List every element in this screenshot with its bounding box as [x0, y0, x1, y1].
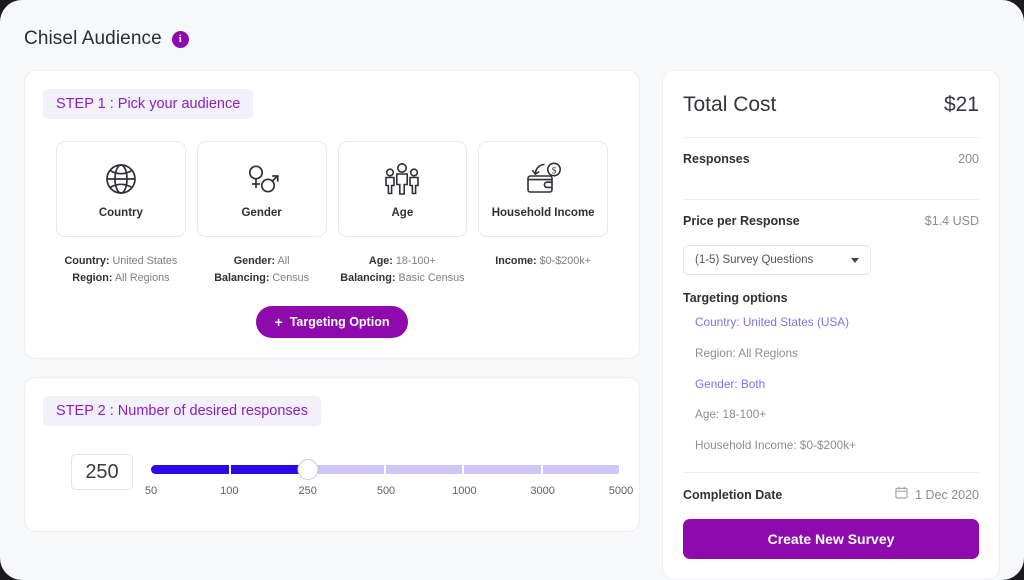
completion-date-right[interactable]: 1 Dec 2020: [895, 486, 979, 504]
slider-tick-3000[interactable]: 3000: [530, 485, 554, 497]
people-group-icon: [381, 160, 423, 198]
meta-age-balancing-value: Basic Census: [398, 272, 464, 284]
tile-household-income-label: Household Income: [492, 207, 595, 219]
slider-tick-labels: 50100250500100030005000: [151, 485, 621, 505]
tile-household-income[interactable]: $ Household Income: [478, 141, 608, 237]
completion-date-value: 1 Dec 2020: [915, 488, 979, 502]
slider-track[interactable]: [151, 465, 621, 474]
total-cost-value: $21: [944, 93, 979, 117]
slider-segment[interactable]: [386, 465, 464, 474]
meta-gender-value: All: [278, 255, 290, 267]
responses-row: Responses 200: [683, 138, 979, 179]
meta-age: Age: 18-100+ Balancing: Basic Census: [338, 253, 468, 286]
slider-segment[interactable]: [308, 465, 386, 474]
meta-country: Country: United States Region: All Regio…: [56, 253, 186, 286]
response-slider[interactable]: 50100250500100030005000: [151, 454, 621, 505]
meta-region-value: All Regions: [115, 272, 170, 284]
right-column: Total Cost $21 Responses 200 Price per R…: [662, 70, 1000, 580]
meta-income-key: Income:: [495, 255, 536, 267]
meta-country-key: Country:: [64, 255, 109, 267]
price-per-response-value: $1.4 USD: [925, 214, 979, 228]
slider-segment[interactable]: [543, 465, 621, 474]
step1-pill: STEP 1 : Pick your audience: [43, 89, 253, 119]
left-column: STEP 1 : Pick your audience Country: [24, 70, 640, 532]
targeting-options-title: Targeting options: [683, 291, 979, 305]
tile-age[interactable]: Age: [338, 141, 468, 237]
completion-date-label: Completion Date: [683, 488, 782, 502]
step2-pill: STEP 2 : Number of desired responses: [43, 396, 321, 426]
add-targeting-option-button[interactable]: + Targeting Option: [256, 306, 409, 338]
summary-card: Total Cost $21 Responses 200 Price per R…: [662, 70, 1000, 580]
meta-gender-key: Gender:: [234, 255, 275, 267]
calendar-icon: [895, 486, 908, 504]
step2-card: STEP 2 : Number of desired responses 250…: [24, 377, 640, 532]
targeting-option-item[interactable]: Gender: Both: [695, 379, 979, 391]
meta-age-value: 18-100+: [396, 255, 436, 267]
info-icon[interactable]: i: [172, 31, 189, 48]
targeting-options-list: Country: United States (USA) Region: All …: [683, 317, 979, 452]
meta-age-key: Age:: [369, 255, 393, 267]
meta-gender: Gender: All Balancing: Census: [197, 253, 327, 286]
targeting-option-item: Region: All Regions: [695, 348, 979, 360]
audience-meta-row: Country: United States Region: All Regio…: [43, 253, 621, 286]
slider-tick-5000[interactable]: 5000: [609, 485, 633, 497]
create-new-survey-button[interactable]: Create New Survey: [683, 519, 979, 559]
tile-country[interactable]: Country: [56, 141, 186, 237]
slider-fill-divider: [229, 465, 231, 474]
plus-icon: +: [275, 315, 283, 329]
meta-region-key: Region:: [72, 272, 112, 284]
total-cost-row: Total Cost $21: [683, 93, 979, 117]
tile-gender-label: Gender: [241, 207, 281, 219]
svg-text:$: $: [552, 165, 557, 175]
meta-country-value: United States: [112, 255, 177, 267]
step1-card: STEP 1 : Pick your audience Country: [24, 70, 640, 359]
slider-tick-100[interactable]: 100: [220, 485, 238, 497]
tile-age-label: Age: [392, 207, 414, 219]
tile-country-label: Country: [99, 207, 143, 219]
meta-gender-balancing-value: Census: [272, 272, 309, 284]
completion-date-row: Completion Date 1 Dec 2020: [683, 473, 979, 519]
slider-segment[interactable]: [464, 465, 542, 474]
meta-gender-balancing-key: Balancing:: [214, 272, 269, 284]
globe-icon: [102, 160, 140, 198]
wallet-dollar-icon: $: [522, 160, 564, 198]
targeting-option-item[interactable]: Country: United States (USA): [695, 317, 979, 329]
add-targeting-option-label: Targeting Option: [290, 315, 390, 329]
audience-tile-row: Country Gender: [43, 141, 621, 237]
response-slider-area: 250 50100250500100030005000: [43, 454, 621, 505]
targeting-button-wrap: + Targeting Option: [43, 306, 621, 338]
price-per-response-label: Price per Response: [683, 214, 800, 228]
gender-symbols-icon: [243, 160, 281, 198]
slider-tick-50[interactable]: 50: [145, 485, 157, 497]
slider-tick-1000[interactable]: 1000: [452, 485, 476, 497]
survey-questions-select[interactable]: (1-5) Survey Questions: [683, 245, 871, 275]
survey-questions-select-value: (1-5) Survey Questions: [695, 254, 813, 266]
page-header: Chisel Audience i: [24, 28, 189, 50]
meta-age-balancing-key: Balancing:: [340, 272, 395, 284]
slider-tick-500[interactable]: 500: [377, 485, 395, 497]
slider-tick-250[interactable]: 250: [298, 485, 316, 497]
response-count-value[interactable]: 250: [71, 454, 133, 490]
price-per-response-row: Price per Response $1.4 USD: [683, 200, 979, 241]
responses-label: Responses: [683, 152, 750, 166]
total-cost-label: Total Cost: [683, 93, 776, 117]
targeting-option-item: Household Income: $0-$200k+: [695, 440, 979, 452]
app-root: Chisel Audience i STEP 1 : Pick your aud…: [0, 0, 1024, 580]
responses-value: 200: [958, 152, 979, 166]
targeting-option-item: Age: 18-100+: [695, 409, 979, 421]
meta-income-value: $0-$200k+: [540, 255, 591, 267]
slider-thumb[interactable]: [297, 459, 318, 480]
page-title: Chisel Audience: [24, 28, 162, 50]
meta-income: Income: $0-$200k+: [478, 253, 608, 286]
tile-gender[interactable]: Gender: [197, 141, 327, 237]
chevron-down-icon: [851, 258, 859, 263]
